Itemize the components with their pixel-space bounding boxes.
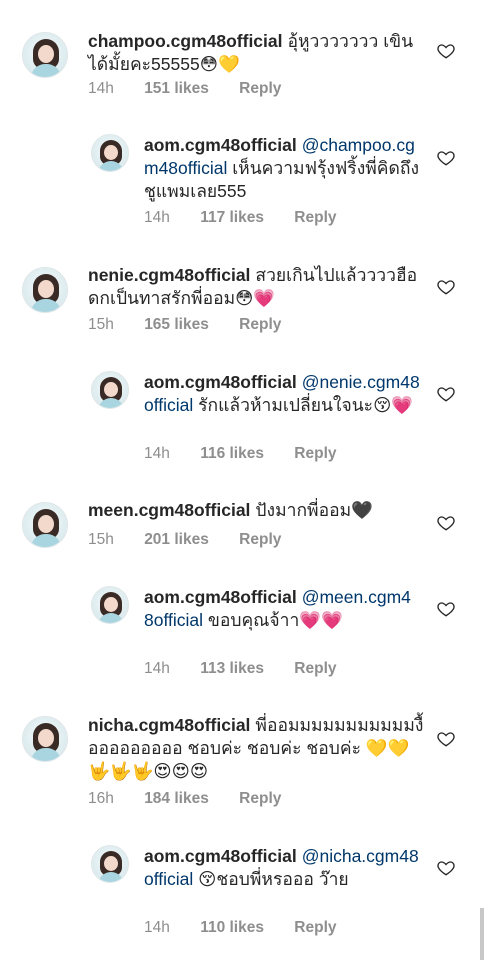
comment-meta: 14h 110 likes Reply [144,919,363,937]
avatar[interactable] [91,845,129,883]
comment-username[interactable]: aom.cgm48official [144,135,297,155]
comment-body: ปังมากพี่ออม🖤 [255,500,373,520]
comment-time: 14h [144,209,170,226]
comment-text: aom.cgm48official @nicha.cgm48official 😚ช… [144,845,420,891]
comment-likes[interactable]: 117 likes [200,209,264,226]
reply-button[interactable]: Reply [294,919,336,936]
heart-icon[interactable] [437,514,455,532]
comment-meta: 14h 117 likes Reply [144,209,363,227]
reply-button[interactable]: Reply [239,80,281,97]
comment-time: 16h [88,790,114,807]
avatar[interactable] [22,32,68,78]
heart-icon[interactable] [437,385,455,403]
comment-body: 😚ชอบพี่หรอออ ว๊าย [193,869,349,889]
reply-button[interactable]: Reply [294,445,336,462]
comment-username[interactable]: meen.cgm48official [88,500,250,520]
comment-likes[interactable]: 184 likes [144,790,209,807]
comment-meta: 15h 201 likes Reply [88,531,307,549]
comment-likes[interactable]: 165 likes [144,316,209,333]
comment-text: champoo.cgm48official อุ้หูววววววว เขินได… [88,30,430,76]
comment-username[interactable]: aom.cgm48official [144,372,297,392]
heart-icon[interactable] [437,42,455,60]
heart-icon[interactable] [437,600,455,618]
avatar[interactable] [91,371,129,409]
comment-text: aom.cgm48official @nenie.cgm48official รั… [144,371,420,417]
comment-likes[interactable]: 116 likes [200,445,264,462]
avatar[interactable] [91,134,129,172]
comment-username[interactable]: aom.cgm48official [144,846,297,866]
reply-button[interactable]: Reply [239,790,281,807]
avatar[interactable] [22,267,68,313]
heart-icon[interactable] [437,730,455,748]
comment-username[interactable]: champoo.cgm48official [88,31,283,51]
comment-username[interactable]: nicha.cgm48official [88,715,250,735]
heart-icon[interactable] [437,278,455,296]
comment-username[interactable]: nenie.cgm48official [88,265,250,285]
comment-text: nicha.cgm48official พี่ออมมมมมมมมมมมงื้ออ… [88,714,430,783]
comment-body: ขอบคุณจ้าา💗💗 [203,610,343,630]
comment-body: รักแล้วห้ามเปลี่ยนใจนะ😚💗 [193,395,414,415]
comment-likes[interactable]: 113 likes [200,660,264,677]
scrollbar[interactable] [480,908,484,960]
comment-likes[interactable]: 201 likes [144,531,209,548]
comment-text: aom.cgm48official @champoo.cgm48official … [144,134,420,203]
reply-button[interactable]: Reply [239,531,281,548]
comment-meta: 14h 151 likes Reply [88,80,307,98]
heart-icon[interactable] [437,859,455,877]
comment-likes[interactable]: 110 likes [200,919,264,936]
comment-username[interactable]: aom.cgm48official [144,587,297,607]
reply-button[interactable]: Reply [294,209,336,226]
heart-icon[interactable] [437,149,455,167]
reply-button[interactable]: Reply [239,316,281,333]
comment-meta: 15h 165 likes Reply [88,316,307,334]
reply-button[interactable]: Reply [294,660,336,677]
comment-time: 14h [144,919,170,936]
comment-time: 15h [88,316,114,333]
comment-text: nenie.cgm48official สวยเกินไปแล้ววววฮือดก… [88,264,430,310]
comment-meta: 14h 113 likes Reply [144,660,363,678]
comment-text: meen.cgm48official ปังมากพี่ออม🖤 [88,499,430,522]
comment-time: 15h [88,531,114,548]
comment-time: 14h [144,660,170,677]
avatar[interactable] [91,586,129,624]
avatar[interactable] [22,716,68,762]
comment-meta: 16h 184 likes Reply [88,790,307,808]
avatar[interactable] [22,502,68,548]
comment-time: 14h [88,80,114,97]
comment-text: aom.cgm48official @meen.cgm48official ขอบ… [144,586,420,632]
comment-meta: 14h 116 likes Reply [144,445,363,463]
comment-likes[interactable]: 151 likes [144,80,209,97]
comment-time: 14h [144,445,170,462]
